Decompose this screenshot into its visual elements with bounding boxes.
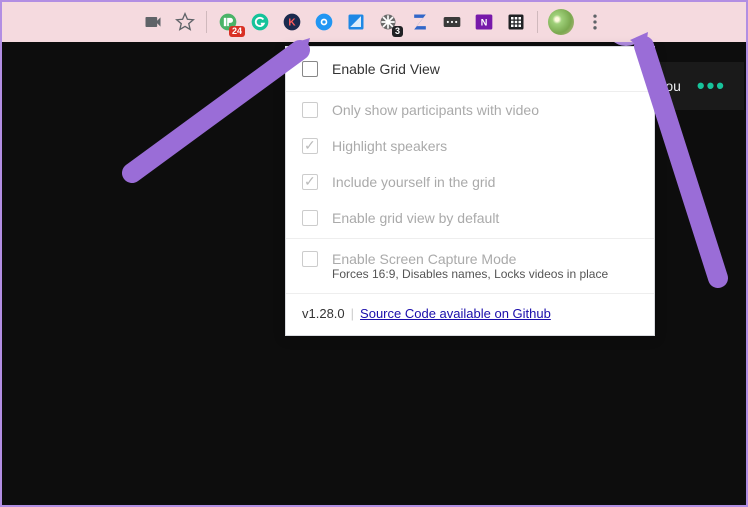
- lastpass-icon[interactable]: [441, 11, 463, 33]
- kami-icon[interactable]: K: [281, 11, 303, 33]
- option-label: Include yourself in the grid: [332, 174, 495, 190]
- option-enable-by-default: Enable grid view by default: [286, 200, 654, 236]
- grid-view-popup: Enable Grid View Only show participants …: [285, 46, 655, 336]
- annotation-arrow-left: [122, 38, 312, 188]
- source-code-link[interactable]: Source Code available on Github: [360, 306, 551, 321]
- screen-capture-subtext: Forces 16:9, Disables names, Locks video…: [286, 267, 654, 293]
- camera-icon[interactable]: [142, 11, 164, 33]
- pushbullet-icon[interactable]: 24: [217, 11, 239, 33]
- annotation-arrow-right: [630, 32, 740, 292]
- svg-text:N: N: [481, 17, 488, 27]
- option-only-participants-video: Only show participants with video: [286, 92, 654, 128]
- onenote-icon[interactable]: N: [473, 11, 495, 33]
- loom-icon[interactable]: 3: [377, 11, 399, 33]
- option-label: Enable Grid View: [332, 61, 440, 77]
- option-highlight-speakers: Highlight speakers: [286, 128, 654, 164]
- popup-footer: v1.28.0 | Source Code available on Githu…: [286, 293, 654, 335]
- grid-extension-icon[interactable]: [505, 11, 527, 33]
- toolbar-divider: [206, 11, 207, 33]
- separator: [286, 238, 654, 239]
- version-label: v1.28.0: [302, 306, 345, 321]
- pushbullet-badge: 24: [229, 26, 245, 37]
- bookmark-star-icon[interactable]: [174, 11, 196, 33]
- option-label: Only show participants with video: [332, 102, 539, 118]
- loom-badge: 3: [392, 26, 403, 37]
- option-label: Enable Screen Capture Mode: [332, 251, 516, 267]
- profile-avatar[interactable]: [548, 9, 574, 35]
- checkbox-icon: [302, 210, 318, 226]
- option-label: Enable grid view by default: [332, 210, 499, 226]
- option-include-yourself: Include yourself in the grid: [286, 164, 654, 200]
- option-enable-grid-view[interactable]: Enable Grid View: [286, 47, 654, 92]
- zotero-icon[interactable]: [409, 11, 431, 33]
- extension-blue-square-icon[interactable]: [345, 11, 367, 33]
- checkbox-icon: [302, 251, 318, 267]
- chrome-menu-icon[interactable]: [584, 11, 606, 33]
- extension-blue-circle-icon[interactable]: [313, 11, 335, 33]
- option-label: Highlight speakers: [332, 138, 447, 154]
- toolbar-divider: [537, 11, 538, 33]
- svg-text:K: K: [288, 17, 296, 28]
- grammarly-icon[interactable]: [249, 11, 271, 33]
